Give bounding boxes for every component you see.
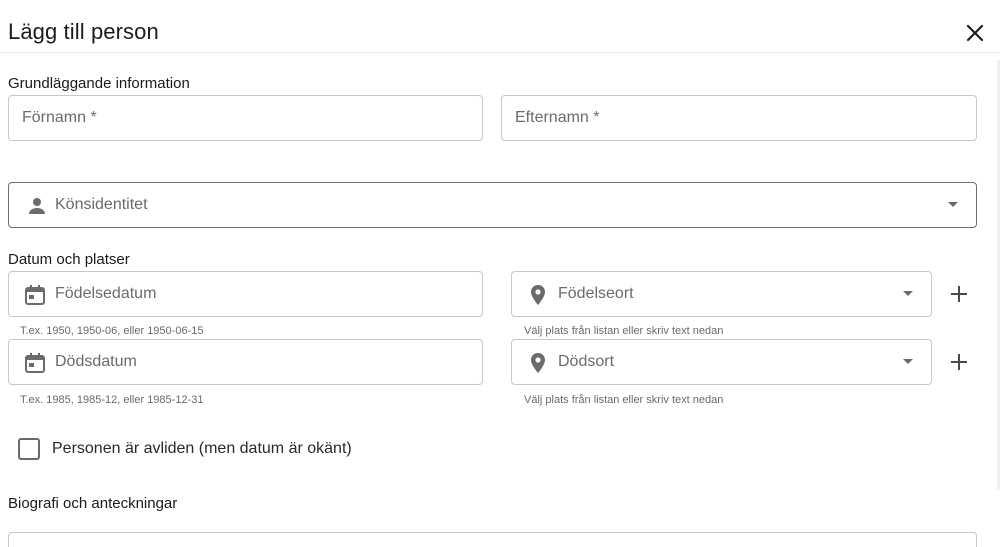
death-date-label: Dödsdatum xyxy=(55,353,137,370)
birth-place-label: Födelseort xyxy=(558,285,634,302)
section-title-bio: Biografi och anteckningar xyxy=(8,495,178,512)
birth-place-helper: Välj plats från listan eller skriv text … xyxy=(524,325,724,337)
death-place-helper: Välj plats från listan eller skriv text … xyxy=(524,394,724,406)
birth-date-label: Födelsedatum xyxy=(55,285,157,302)
last-name-label: Efternamn * xyxy=(515,109,600,126)
birth-place-select[interactable]: Födelseort xyxy=(511,271,932,317)
gender-select[interactable]: Könsidentitet xyxy=(8,182,977,228)
close-button[interactable] xyxy=(960,18,990,48)
close-icon xyxy=(966,24,984,42)
death-date-field[interactable]: Dödsdatum xyxy=(8,339,483,385)
deceased-checkbox-row[interactable]: Personen är avliden (men datum är okänt) xyxy=(18,437,352,461)
deceased-checkbox-label: Personen är avliden (men datum är okänt) xyxy=(52,440,352,457)
plus-icon xyxy=(951,354,967,370)
gender-label: Könsidentitet xyxy=(55,196,148,213)
death-date-helper: T.ex. 1985, 1985-12, eller 1985-12-31 xyxy=(20,394,204,406)
dialog-header: Lägg till person xyxy=(0,0,1000,53)
add-birth-place-button[interactable] xyxy=(947,282,971,306)
birth-date-helper: T.ex. 1950, 1950-06, eller 1950-06-15 xyxy=(20,325,204,337)
chevron-down-icon xyxy=(903,359,913,364)
first-name-label: Förnamn * xyxy=(22,109,97,126)
death-place-label: Dödsort xyxy=(558,353,615,370)
biography-field[interactable] xyxy=(8,532,977,547)
last-name-field[interactable]: Efternamn * xyxy=(501,95,977,141)
location-pin-icon xyxy=(526,351,550,375)
add-death-place-button[interactable] xyxy=(947,350,971,374)
chevron-down-icon xyxy=(903,291,913,296)
person-icon xyxy=(25,194,49,218)
section-title-basic: Grundläggande information xyxy=(8,75,190,92)
location-pin-icon xyxy=(526,283,550,307)
birth-date-field[interactable]: Födelsedatum xyxy=(8,271,483,317)
dialog-title: Lägg till person xyxy=(8,19,159,44)
calendar-icon xyxy=(23,283,47,307)
plus-icon xyxy=(951,286,967,302)
chevron-down-icon xyxy=(948,202,958,207)
calendar-icon xyxy=(23,351,47,375)
deceased-checkbox[interactable] xyxy=(18,438,40,460)
death-place-select[interactable]: Dödsort xyxy=(511,339,932,385)
add-person-dialog: Lägg till person Grundläggande informati… xyxy=(0,0,1000,547)
first-name-field[interactable]: Förnamn * xyxy=(8,95,483,141)
section-title-dates: Datum och platser xyxy=(8,251,130,268)
